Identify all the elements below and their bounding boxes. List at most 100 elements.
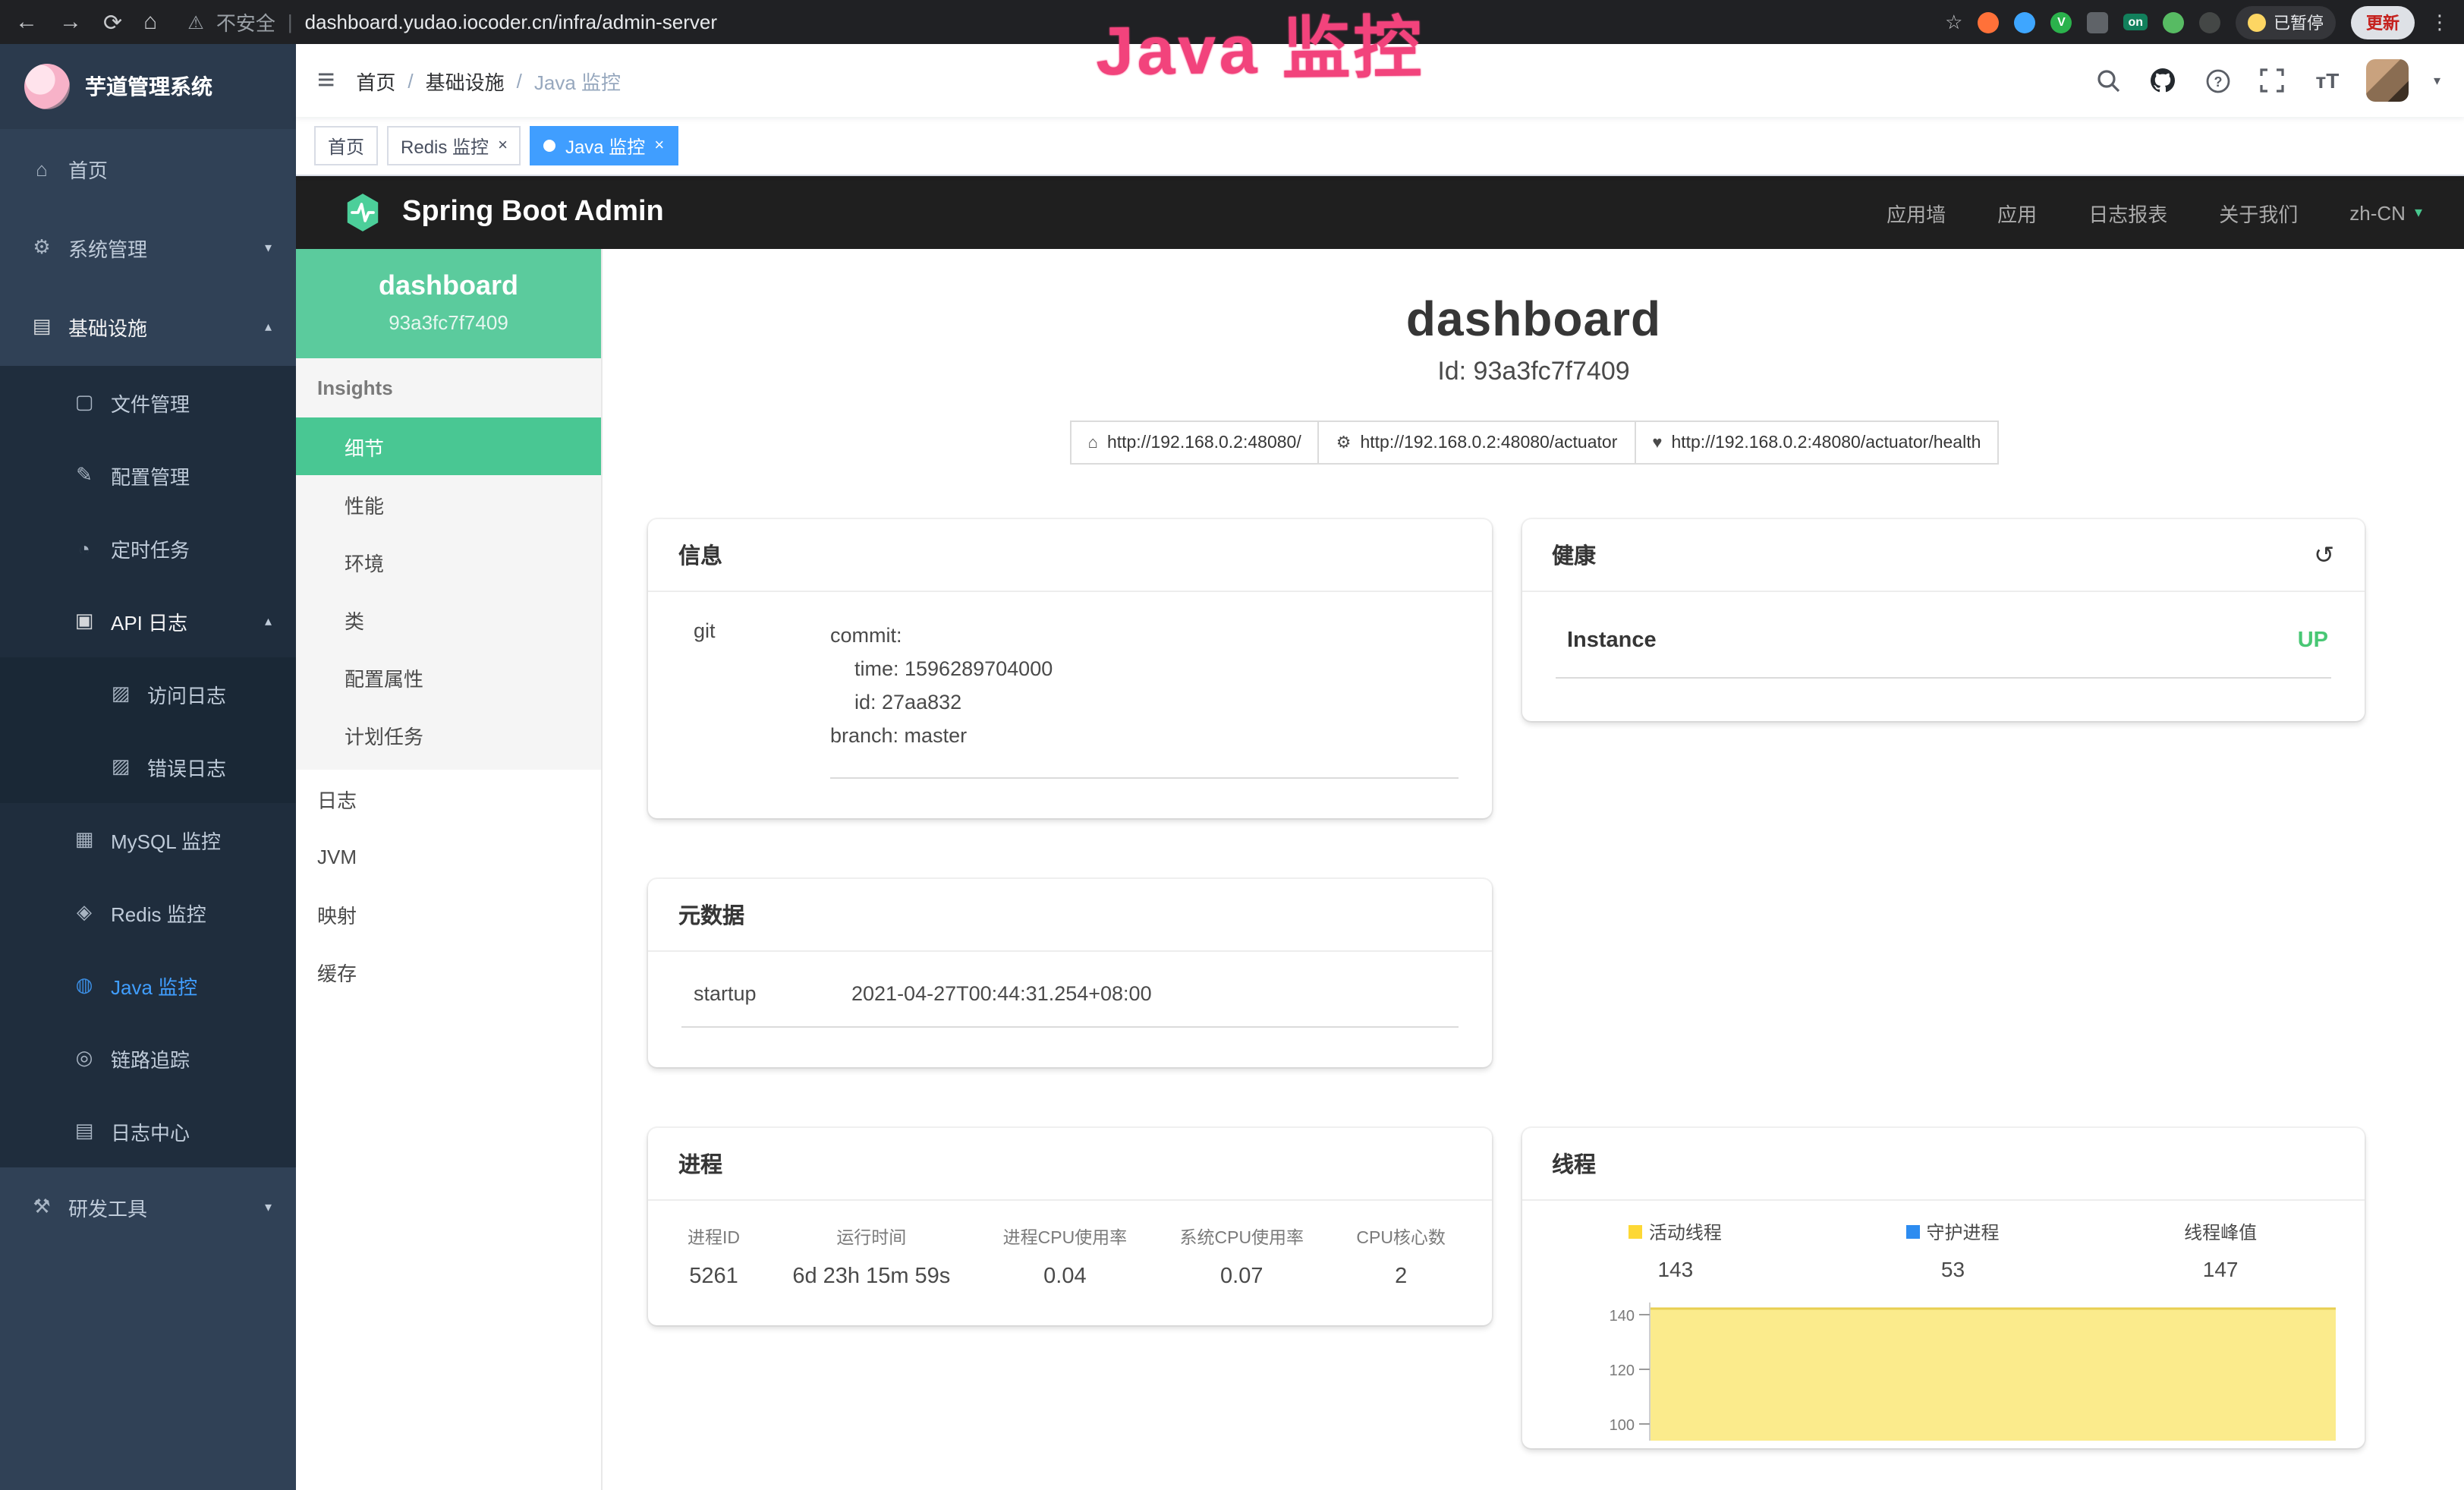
sidebar-item-label: 研发工具 <box>68 1192 147 1221</box>
home-icon: ⌂ <box>1088 433 1098 452</box>
fullscreen-icon[interactable] <box>2258 65 2288 96</box>
git-commit-label: commit: <box>830 619 1458 653</box>
close-icon[interactable]: × <box>654 137 664 155</box>
sba-nav-applications[interactable]: 应用 <box>1997 198 2037 227</box>
sidebar-item-access-log[interactable]: ▨ 访问日志 <box>0 657 296 730</box>
card-title: 线程 <box>1552 1148 1596 1180</box>
sba-item-jvm[interactable]: JVM <box>296 827 601 885</box>
card-title: 进程 <box>678 1148 722 1180</box>
sba-main: dashboard Id: 93a3fc7f7409 ⌂ http://192.… <box>603 249 2464 1490</box>
extension-icon[interactable] <box>2087 11 2108 33</box>
font-size-icon[interactable]: тT <box>2312 65 2343 96</box>
tags-view: 首页 Redis 监控 × Java 监控 × <box>296 117 2464 176</box>
heart-icon: ♥ <box>1652 433 1662 452</box>
card-title: 信息 <box>678 539 722 571</box>
sidebar-item-files[interactable]: ▢ 文件管理 <box>0 366 296 439</box>
sidebar-item-label: 链路追踪 <box>111 1044 190 1073</box>
sidebar-item-label: 文件管理 <box>111 388 190 417</box>
sidebar-item-home[interactable]: ⌂ 首页 <box>0 129 296 208</box>
paused-badge[interactable]: 已暂停 <box>2236 5 2336 39</box>
tab-java-monitor[interactable]: Java 监控 × <box>530 126 678 165</box>
sba-item-details[interactable]: 细节 <box>296 417 601 475</box>
tab-redis-monitor[interactable]: Redis 监控 × <box>387 126 521 165</box>
sba-nav-wallboard[interactable]: 应用墙 <box>1887 198 1946 227</box>
sba-item-caches[interactable]: 缓存 <box>296 943 601 1000</box>
sidebar-item-api-log[interactable]: ▣ API 日志 ▴ <box>0 584 296 657</box>
search-icon[interactable] <box>2094 65 2124 96</box>
trace-icon: ◎ <box>73 1046 96 1070</box>
sba-item-scheduled-tasks[interactable]: 计划任务 <box>296 706 601 764</box>
health-url-button[interactable]: ♥ http://192.168.0.2:48080/actuator/heal… <box>1634 421 1999 465</box>
update-button[interactable]: 更新 <box>2351 5 2415 39</box>
address-bar[interactable]: ⚠ 不安全 | dashboard.yudao.iocoder.cn/infra… <box>172 8 1930 36</box>
help-icon[interactable]: ? <box>2203 65 2233 96</box>
sidebar-item-dev-tools[interactable]: ⚒ 研发工具 ▾ <box>0 1167 296 1246</box>
sidebar-item-label: Redis 监控 <box>111 898 206 927</box>
health-row[interactable]: Instance UP <box>1555 628 2331 679</box>
ytick-100: 100 <box>1609 1417 1634 1434</box>
sidebar-item-mysql[interactable]: ▦ MySQL 监控 <box>0 803 296 876</box>
extension-icon[interactable] <box>2014 11 2035 33</box>
close-icon[interactable]: × <box>498 137 508 155</box>
extension-icon[interactable]: V <box>2050 11 2072 33</box>
sba-item-config-props[interactable]: 配置属性 <box>296 648 601 706</box>
actuator-url-label: http://192.168.0.2:48080/actuator <box>1360 433 1617 452</box>
metadata-key: startup <box>681 982 851 1005</box>
sidebar-item-infra[interactable]: ▤ 基础设施 ▴ <box>0 287 296 366</box>
history-icon[interactable]: ↺ <box>2314 540 2334 570</box>
sidebar-item-config[interactable]: ✎ 配置管理 <box>0 439 296 512</box>
legend-value: 147 <box>2184 1257 2257 1281</box>
sidebar-item-label: 错误日志 <box>147 752 226 781</box>
sidebar-item-tracing[interactable]: ◎ 链路追踪 <box>0 1022 296 1095</box>
sidebar-item-java-monitor[interactable]: ◍ Java 监控 <box>0 949 296 1022</box>
sba-sidebar: dashboard 93a3fc7f7409 Insights 细节 性能 环境… <box>296 249 603 1490</box>
back-icon[interactable]: ← <box>15 9 38 35</box>
sidebar-item-jobs[interactable]: ◔ 定时任务 <box>0 512 296 584</box>
sba-item-environment[interactable]: 环境 <box>296 533 601 591</box>
sidebar-item-system[interactable]: ⚙ 系统管理 ▾ <box>0 208 296 287</box>
reload-icon[interactable]: ⟳ <box>103 8 122 36</box>
sidebar-item-label: 基础设施 <box>68 312 147 341</box>
home-icon[interactable]: ⌂ <box>143 9 157 35</box>
sba-item-logs[interactable]: 日志 <box>296 770 601 827</box>
sba-item-mappings[interactable]: 映射 <box>296 885 601 943</box>
sidebar-toggle-icon[interactable]: ≡ <box>317 63 335 98</box>
tab-home[interactable]: 首页 <box>314 126 378 165</box>
sidebar-item-redis[interactable]: ◈ Redis 监控 <box>0 876 296 949</box>
forward-icon[interactable]: → <box>59 9 82 35</box>
sba-brand-label: Spring Boot Admin <box>402 196 664 229</box>
sba-item-metrics[interactable]: 性能 <box>296 475 601 533</box>
legend-live-threads: 活动线程 143 <box>1629 1219 1722 1281</box>
service-url-button[interactable]: ⌂ http://192.168.0.2:48080/ <box>1070 421 1320 465</box>
sidebar-item-error-log[interactable]: ▨ 错误日志 <box>0 730 296 803</box>
stat-value: 0.04 <box>1003 1265 1128 1289</box>
extension-icon[interactable] <box>2163 11 2184 33</box>
breadcrumb-item[interactable]: 首页 <box>356 66 395 95</box>
stat-pid: 进程ID 5261 <box>688 1225 740 1289</box>
sba-brand[interactable]: Spring Boot Admin <box>341 191 664 234</box>
edit-icon: ✎ <box>73 463 96 487</box>
sba-section-insights[interactable]: Insights <box>296 358 601 417</box>
avatar-caret-icon[interactable]: ▾ <box>2434 72 2440 89</box>
user-avatar[interactable] <box>2367 59 2409 102</box>
puzzle-extensions-icon[interactable] <box>2199 11 2220 33</box>
stat-value: 0.07 <box>1180 1265 1304 1289</box>
sidebar-item-log-center[interactable]: ▤ 日志中心 <box>0 1095 296 1167</box>
sba-nav-journal[interactable]: 日志报表 <box>2088 198 2167 227</box>
bookmark-star-icon[interactable]: ☆ <box>1945 10 1962 34</box>
breadcrumb-item[interactable]: 基础设施 <box>426 66 505 95</box>
service-url-label: http://192.168.0.2:48080/ <box>1107 433 1301 452</box>
extension-icon[interactable] <box>1978 11 1999 33</box>
github-icon[interactable] <box>2148 65 2179 96</box>
smiley-icon <box>2248 13 2266 31</box>
browser-menu-icon[interactable]: ⋮ <box>2430 10 2450 34</box>
warning-icon: ⚠ <box>187 11 204 33</box>
sba-item-classes[interactable]: 类 <box>296 591 601 648</box>
chevron-down-icon: ▾ <box>2415 204 2422 221</box>
sba-nav-about[interactable]: 关于我们 <box>2219 198 2298 227</box>
logo-row[interactable]: 芋道管理系统 <box>0 44 296 129</box>
actuator-url-button[interactable]: ⚙ http://192.168.0.2:48080/actuator <box>1318 421 1636 465</box>
extension-on-badge[interactable]: on <box>2123 14 2148 30</box>
legend-color-icon <box>1906 1225 1920 1239</box>
locale-select[interactable]: zh-CN ▾ <box>2349 201 2422 224</box>
